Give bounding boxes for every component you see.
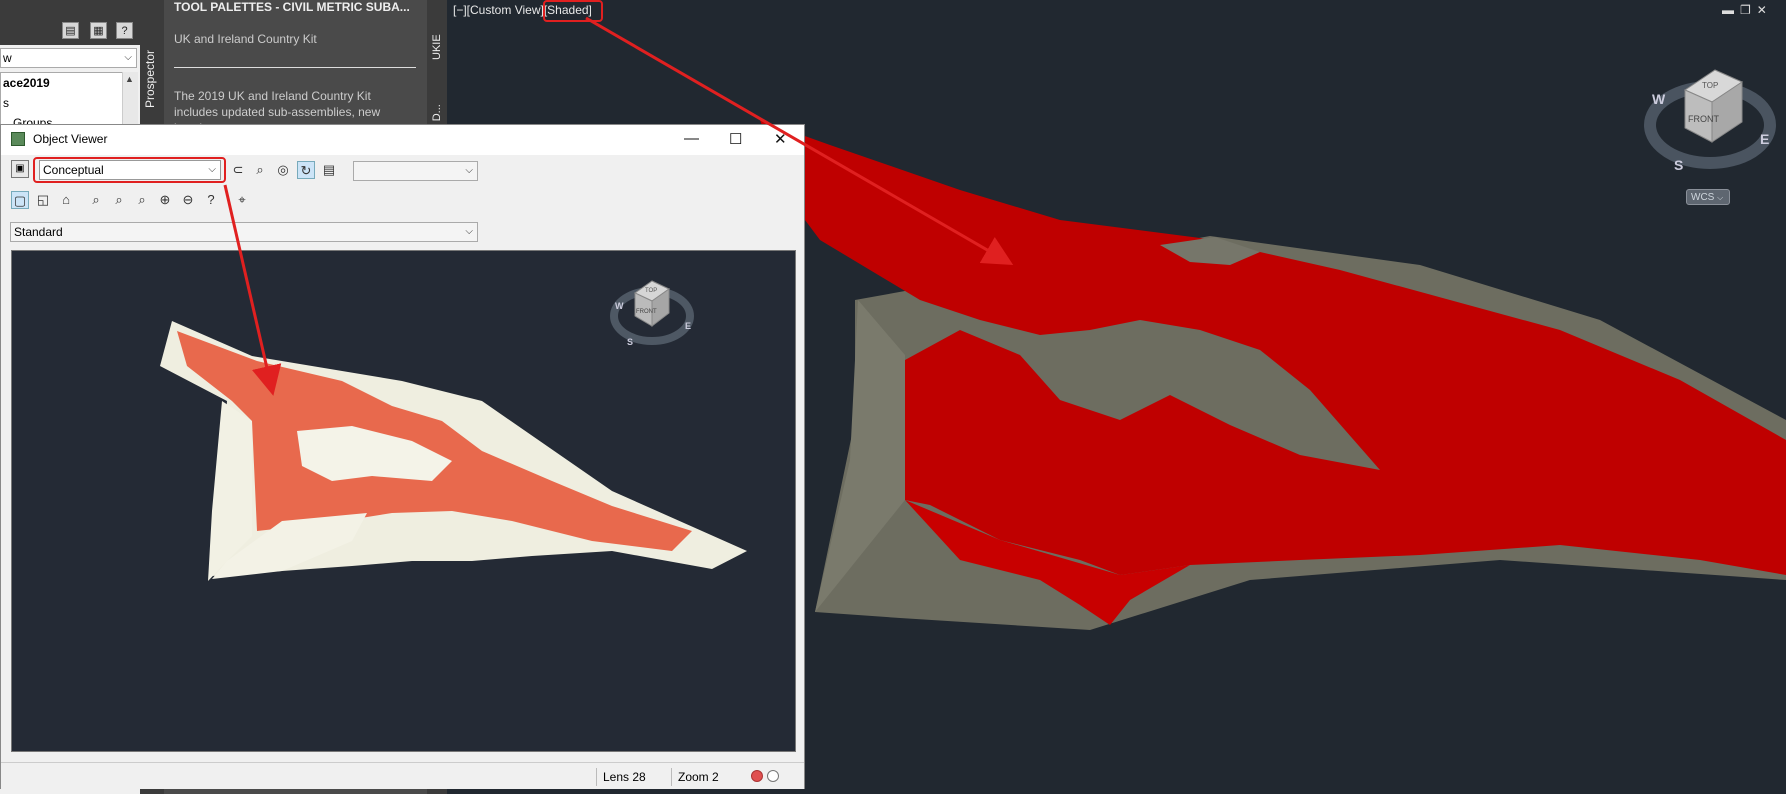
zoom-window-icon[interactable]: ⌕ [110,191,128,209]
minimize-icon[interactable]: ▬ [1722,3,1740,17]
close-icon[interactable]: ✕ [1757,3,1773,17]
save-icon[interactable]: ▣ [11,160,29,178]
zoom-help-icon[interactable]: ? [202,191,220,209]
tree-item[interactable]: s [3,96,9,110]
zoom-out-icon[interactable]: ⊖ [179,191,197,209]
annotation-highlight-conceptual [33,157,226,183]
minimize-icon[interactable]: — [684,130,699,147]
wcs-menu[interactable]: WCS ⌵ [1686,189,1730,205]
camera-settings-icon[interactable]: ▤ [320,161,338,179]
restore-icon[interactable]: ❐ [1740,3,1757,17]
view-setting-select[interactable]: Standard ⌵ [10,222,478,242]
drawing-window-controls[interactable]: ▬❐✕ [1722,3,1773,17]
palette-divider [174,67,416,68]
continuous-orbit-icon[interactable]: ↻ [297,161,315,179]
palettes-title: TOOL PALETTES - CIVIL METRIC SUBA... [174,0,410,14]
lens-status: Lens 28 [596,768,673,786]
viewcube-front-label[interactable]: FRONT [1688,114,1719,124]
chevron-down-icon: ⌵ [1717,193,1724,202]
wcs-label: WCS [1691,192,1715,203]
ov-viewcube-top-label[interactable]: TOP [645,288,657,294]
object-viewer-window[interactable]: Object Viewer — ☐ ✕ ▣ Conceptual ⌵ ⊂ ⌕ ◎… [0,124,805,789]
zoom-status: Zoom 2 [671,768,748,786]
object-viewer-app-icon [11,132,25,146]
viewcube-top-label[interactable]: TOP [1702,81,1718,90]
object-viewer-canvas[interactable]: TOP FRONT W S E [11,250,796,752]
chevron-down-icon: ⌵ [465,165,473,176]
viewport-view-label[interactable]: [−][Custom View] [453,3,544,17]
toolspace-view-value: w [3,51,12,65]
palette-kit-name[interactable]: UK and Ireland Country Kit [174,32,317,46]
viewcube[interactable]: TOP FRONT W S E [1640,60,1780,190]
ov-compass-south[interactable]: S [627,337,633,347]
compass-south[interactable]: S [1674,157,1683,173]
top-view-icon[interactable]: ▢ [11,191,29,209]
maximize-icon[interactable]: ☐ [729,130,742,148]
iso-view-icon[interactable]: ◱ [34,191,52,209]
view-setting-value: Standard [14,225,63,239]
record-icon[interactable] [751,770,763,782]
tab-prospector[interactable]: Prospector [143,50,157,108]
toolspace-tree-icon[interactable]: ▤ [62,22,79,39]
tab-ukie[interactable]: UKIE [431,34,443,60]
tree-item-drawing[interactable]: ace2019 [3,76,50,90]
annotation-highlight-shaded [543,0,603,22]
camera-icon[interactable]: ⌂ [57,191,75,209]
zoom-in-icon[interactable]: ⊕ [156,191,174,209]
object-viewer-titlebar[interactable]: Object Viewer — ☐ ✕ [1,125,804,155]
compass-east[interactable]: E [1760,131,1769,147]
ov-compass-east[interactable]: E [685,321,691,331]
toolspace-settings-icon[interactable]: ▦ [90,22,107,39]
secondary-select[interactable]: ⌵ [353,161,478,181]
object-viewer-title: Object Viewer [33,132,108,146]
close-icon[interactable]: ✕ [774,130,787,148]
lasso-icon[interactable]: ⊂ [229,161,247,179]
zoom-extents-icon[interactable]: ⌕ [87,191,105,209]
ov-compass-west[interactable]: W [615,301,624,311]
toolspace-view-dropdown[interactable]: w ⌵ [0,48,137,68]
target-icon[interactable]: ⌖ [233,191,251,209]
zoom-realtime-icon[interactable]: ⌕ [133,191,151,209]
help-icon[interactable]: ? [116,22,133,39]
compass-west[interactable]: W [1652,91,1666,107]
chevron-down-icon: ⌵ [465,226,473,237]
scroll-up-icon[interactable]: ▲ [125,74,134,84]
orbit-icon[interactable]: ◎ [274,161,292,179]
object-viewer-viewcube[interactable]: TOP FRONT W S E [607,271,697,351]
magnifier-icon[interactable]: ⌕ [251,161,269,179]
circle-icon[interactable] [767,770,779,782]
ov-viewcube-front-label[interactable]: FRONT [636,309,657,315]
chevron-down-icon: ⌵ [124,52,132,63]
